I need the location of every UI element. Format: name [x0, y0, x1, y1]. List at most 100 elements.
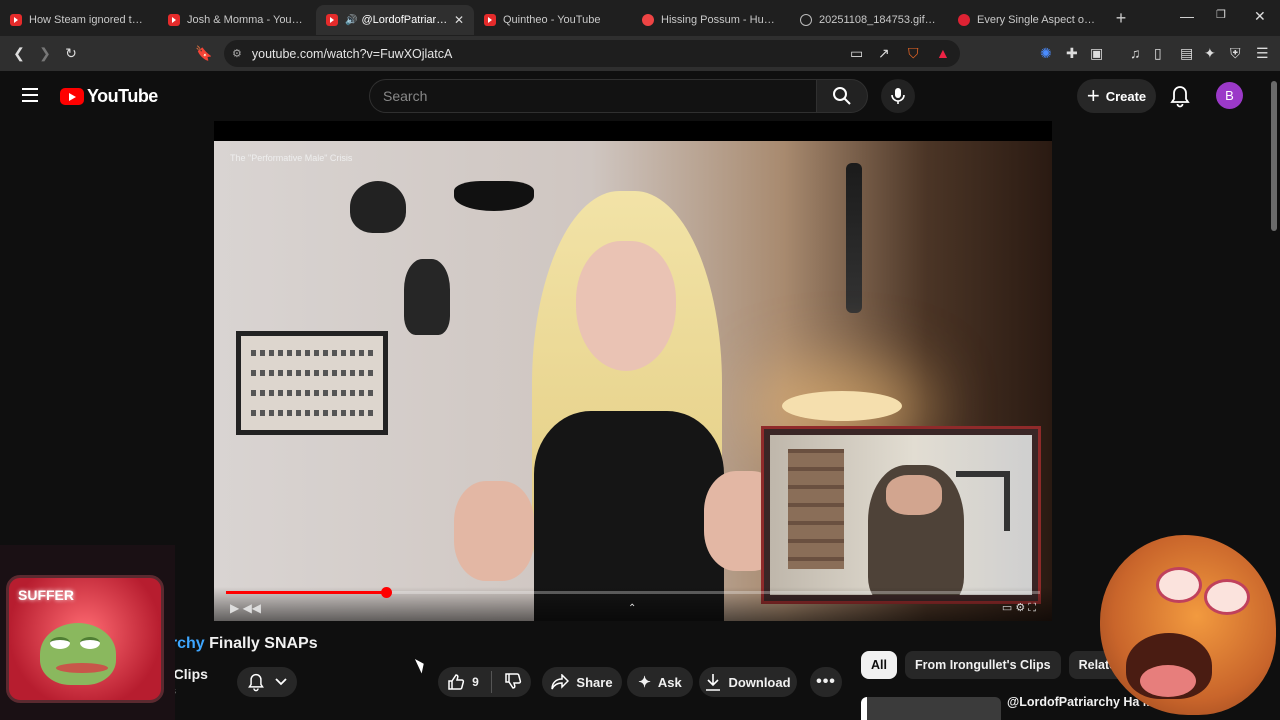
youtube-icon — [168, 14, 180, 26]
create-label: Create — [1105, 88, 1147, 104]
microphone-icon — [891, 88, 905, 104]
youtube-header: YouTube + Create B — [0, 71, 1280, 121]
potato-tongue — [1140, 665, 1196, 697]
progress-fill — [226, 591, 387, 594]
video-title: archy Finally SNAPs — [162, 635, 318, 653]
notifications-button[interactable] — [1169, 84, 1191, 113]
youtube-icon — [326, 14, 338, 26]
recommended-thumbnail[interactable] — [861, 697, 1001, 720]
dislike-button[interactable] — [504, 672, 522, 693]
tab-title: @LordofPatriarchy — [361, 14, 448, 26]
like-button[interactable]: 9 — [447, 673, 479, 691]
new-tab-button[interactable]: + — [1106, 8, 1136, 29]
frog-face — [40, 623, 116, 685]
browser-tab[interactable]: How Steam ignored the c — [0, 5, 158, 35]
wallet-icon[interactable]: ▤ — [1180, 45, 1193, 62]
vpn-icon[interactable]: ⛨ — [1230, 45, 1241, 62]
potato-emoji-overlay — [1100, 535, 1280, 720]
meme-overlay-suffer: SUFFER — [0, 545, 175, 720]
more-actions-button[interactable]: ••• — [810, 667, 842, 697]
bookmark-icon[interactable]: 🔖 — [191, 41, 217, 67]
heart-decoration — [350, 181, 406, 233]
reload-icon[interactable]: ↻ — [58, 41, 84, 67]
picture-in-picture-webcam — [764, 429, 1038, 601]
speaker-icon[interactable]: 🔊 — [345, 15, 357, 26]
subscription-bell-button[interactable] — [237, 667, 297, 697]
skeleton-decoration — [846, 163, 862, 313]
extension-icon[interactable]: ✺ — [1040, 45, 1052, 62]
possum-icon — [642, 14, 654, 26]
search-input[interactable] — [369, 79, 817, 113]
video-overlay-title: The "Performative Male" Crisis — [230, 153, 353, 163]
download-label: Download — [728, 674, 791, 690]
brave-rewards-icon[interactable]: ▲ — [936, 45, 950, 61]
chevron-up-icon[interactable]: ⌃ — [628, 603, 636, 614]
browser-tab[interactable]: 20251108_184753.gif (336 — [790, 5, 948, 35]
hamburger-menu-icon[interactable] — [22, 88, 38, 106]
voice-search-button[interactable] — [881, 79, 915, 113]
progress-bar[interactable] — [226, 587, 1040, 598]
youtube-icon — [10, 14, 22, 26]
music-icon[interactable]: ♫ — [1130, 45, 1141, 61]
back-icon[interactable]: ❮ — [6, 41, 32, 67]
share-button[interactable]: Share — [542, 667, 622, 697]
account-avatar[interactable]: B — [1216, 82, 1243, 109]
browser-tab-active[interactable]: 🔊 @LordofPatriarchy ✕ — [316, 5, 474, 35]
potato-eye — [1204, 579, 1250, 615]
globe-icon — [800, 14, 812, 26]
address-bar-row: ❮ ❯ ↻ 🔖 ⚙ youtube.com/watch?v=FuwXOjlatc… — [0, 36, 1280, 71]
thumbs-down-icon — [505, 672, 521, 689]
download-button[interactable]: Download — [699, 667, 797, 697]
video-frame: The "Performative Male" Crisis — [214, 141, 1052, 621]
youtube-logo[interactable]: YouTube — [60, 86, 158, 107]
player-settings-icons[interactable]: ▭ ⚙ ⛶ — [1002, 601, 1036, 615]
browser-tab[interactable]: Quintheo - YouTube — [474, 5, 632, 35]
player-controls: ▶ ◀◀ ⌃ ▭ ⚙ ⛶ — [214, 587, 1052, 621]
thumbs-up-icon — [448, 674, 465, 690]
logo-text: YouTube — [87, 86, 158, 106]
watch-metadata: archy Finally SNAPs s Clips ers 9 Share … — [0, 621, 1280, 720]
play-pause-icon[interactable]: ▶ ◀◀ — [230, 601, 261, 615]
tab-title: Hissing Possum - Hunting — [661, 14, 780, 26]
tab-title: Josh & Momma - YouTube — [187, 14, 306, 26]
browser-tab[interactable]: Josh & Momma - YouTube — [158, 5, 316, 35]
ask-button[interactable]: ✦ Ask — [627, 667, 693, 697]
sidebar-icon[interactable]: ▯ — [1154, 45, 1162, 62]
video-player[interactable]: The "Performative Male" Crisis ▶ ◀◀ ⌃ ▭ … — [214, 121, 1052, 621]
potato-eye — [1156, 567, 1202, 603]
browser-tab[interactable]: Every Single Aspect of Sla — [948, 5, 1106, 35]
brave-shield-icon[interactable]: ⛉ — [908, 45, 919, 62]
cast-icon[interactable]: ▭ — [850, 45, 863, 62]
close-tab-icon[interactable]: ✕ — [454, 13, 464, 27]
browser-tab[interactable]: Hissing Possum - Hunting — [632, 5, 790, 35]
ouija-board — [236, 331, 388, 435]
youtube-play-icon — [60, 88, 84, 105]
like-dislike-group: 9 — [438, 667, 531, 697]
window-close-icon[interactable]: ✕ — [1254, 8, 1266, 25]
chip-all[interactable]: All — [861, 651, 897, 679]
sparkle-icon: ✦ — [638, 674, 651, 691]
restore-icon[interactable]: ❐ — [1216, 8, 1226, 21]
chip-from-channel[interactable]: From Irongullet's Clips — [904, 651, 1061, 679]
tab-title: Every Single Aspect of Sla — [977, 14, 1096, 26]
puzzle-icon[interactable]: ✚ — [1066, 45, 1078, 62]
scrubber-handle[interactable] — [381, 587, 393, 598]
search-button[interactable] — [816, 79, 868, 113]
leo-icon[interactable]: ✦ — [1204, 45, 1216, 62]
screenshot-icon[interactable]: ▣ — [1090, 45, 1103, 62]
frog-eye — [80, 637, 100, 649]
create-button[interactable]: + Create — [1077, 79, 1156, 113]
minimize-icon[interactable]: — — [1180, 8, 1194, 24]
share-page-icon[interactable]: ↗ — [878, 45, 890, 62]
forward-icon[interactable]: ❯ — [32, 41, 58, 67]
browser-tab-bar: How Steam ignored the c Josh & Momma - Y… — [0, 0, 1280, 36]
scrollbar-thumb[interactable] — [1271, 81, 1277, 231]
menu-icon[interactable]: ☰ — [1256, 45, 1269, 62]
site-settings-icon[interactable]: ⚙ — [232, 47, 242, 60]
lamp-glow — [782, 391, 902, 421]
meme-text: SUFFER — [18, 587, 74, 603]
chevron-down-icon — [275, 678, 287, 686]
mouse-cursor — [414, 656, 428, 674]
red-circle-icon — [958, 14, 970, 26]
ask-label: Ask — [657, 674, 682, 690]
